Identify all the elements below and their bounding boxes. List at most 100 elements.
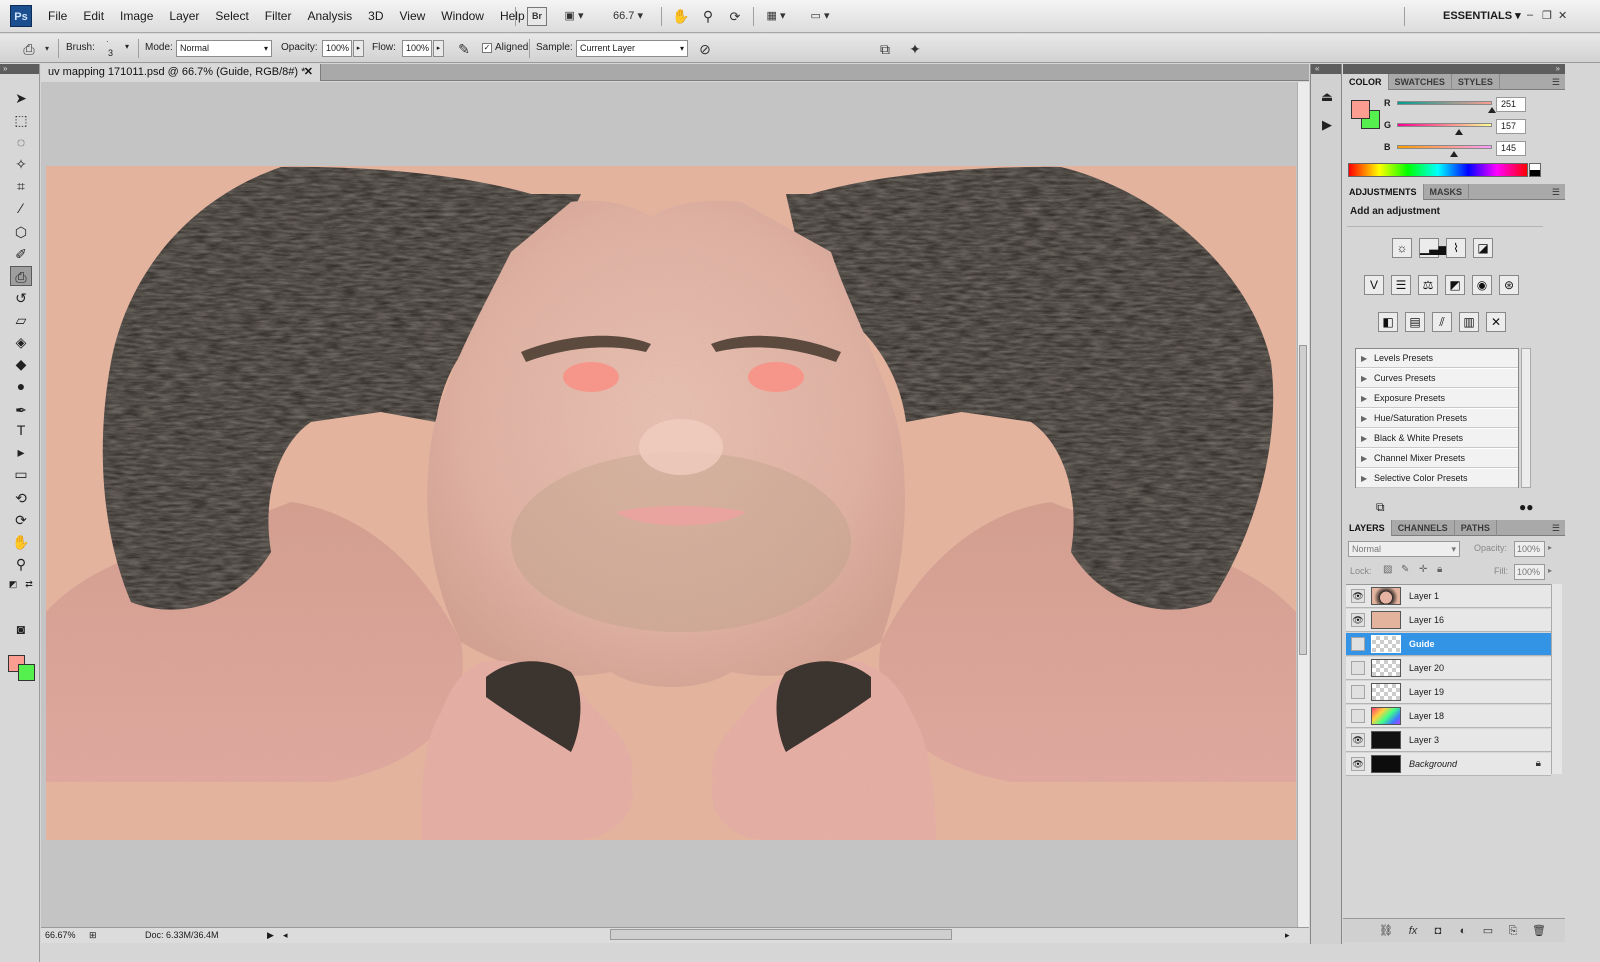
- tab-channels[interactable]: CHANNELS: [1392, 520, 1455, 536]
- preset-item[interactable]: ▶ Hue/Saturation Presets: [1356, 409, 1518, 428]
- magic-wand-tool-icon[interactable]: ✧: [10, 154, 32, 174]
- lock-all-icon[interactable]: 🔒︎: [1437, 564, 1442, 575]
- chevron-down-icon[interactable]: ▾: [38, 40, 56, 58]
- photo-filter-icon[interactable]: ◉: [1472, 275, 1492, 295]
- restore-icon[interactable]: ❐: [1542, 9, 1552, 22]
- quick-mask-icon[interactable]: ◙: [10, 619, 32, 639]
- default-colors-icon[interactable]: ◩: [6, 574, 20, 594]
- flow-slider-toggle[interactable]: ▸: [433, 40, 444, 57]
- lock-image-icon[interactable]: ✎: [1401, 564, 1409, 575]
- menu-select[interactable]: Select: [207, 0, 256, 33]
- lock-transparent-icon[interactable]: ▨: [1383, 564, 1392, 575]
- delete-layer-icon[interactable]: 🗑︎: [1531, 924, 1547, 938]
- invert-icon[interactable]: ◧: [1378, 312, 1398, 332]
- document-canvas[interactable]: [41, 82, 1297, 927]
- exposure-icon[interactable]: ◪: [1473, 238, 1493, 258]
- visibility-eye-icon[interactable]: 👁︎: [1351, 613, 1365, 627]
- blend-mode-select[interactable]: Normal ▾: [1348, 541, 1460, 557]
- brush-preview-dot[interactable]: ·: [106, 37, 109, 46]
- opacity-input[interactable]: 100%: [322, 40, 352, 57]
- layer-row[interactable]: 👁︎ Background 🔒︎: [1346, 753, 1551, 776]
- status-zoom[interactable]: 66.67%: [45, 928, 76, 943]
- horizontal-scrollbar-thumb[interactable]: [610, 929, 952, 940]
- tab-styles[interactable]: STYLES: [1452, 74, 1500, 90]
- type-tool-icon[interactable]: T: [10, 420, 32, 440]
- presets-scrollbar[interactable]: [1521, 348, 1531, 488]
- preset-item[interactable]: ▶ Levels Presets: [1356, 349, 1518, 368]
- sample-select[interactable]: Current Layer ▾: [576, 40, 688, 57]
- layer-row[interactable]: Layer 20: [1346, 657, 1551, 680]
- tab-layers[interactable]: LAYERS: [1343, 520, 1392, 536]
- crop-tool-icon[interactable]: ⌗: [10, 176, 32, 196]
- tab-paths[interactable]: PATHS: [1455, 520, 1497, 536]
- preset-item[interactable]: ▶ Selective Color Presets: [1356, 469, 1518, 488]
- brightness-contrast-icon[interactable]: ☼: [1392, 238, 1412, 258]
- preset-item[interactable]: ▶ Black & White Presets: [1356, 429, 1518, 448]
- aligned-checkbox[interactable]: ✓: [482, 43, 492, 53]
- dodge-tool-icon[interactable]: ●: [10, 376, 32, 396]
- tab-adjustments[interactable]: ADJUSTMENTS: [1343, 184, 1424, 200]
- eyedropper-tool-icon[interactable]: ⁄: [10, 198, 32, 218]
- menu-view[interactable]: View: [391, 0, 433, 33]
- close-icon[interactable]: ✕: [1558, 9, 1567, 22]
- layer-row[interactable]: 👁︎ Layer 1: [1346, 585, 1551, 608]
- zoom-tool-icon[interactable]: ⚲: [10, 554, 32, 574]
- levels-icon[interactable]: ▁▃▅: [1419, 238, 1448, 258]
- scroll-right-icon[interactable]: ▸: [1285, 928, 1290, 943]
- preset-item[interactable]: ▶ Curves Presets: [1356, 369, 1518, 388]
- lasso-tool-icon[interactable]: ◌: [10, 132, 32, 152]
- ignore-adjustment-layers-icon[interactable]: ⊘: [696, 40, 714, 58]
- layer-row[interactable]: 👁︎ Layer 16: [1346, 609, 1551, 632]
- foreground-color-swatch[interactable]: [1351, 100, 1370, 119]
- hand-tool-icon[interactable]: ✋: [672, 7, 690, 26]
- g-slider[interactable]: [1397, 123, 1492, 127]
- panel-menu-icon[interactable]: ☰: [1552, 74, 1560, 90]
- visibility-eye-icon[interactable]: 👁︎: [1351, 589, 1365, 603]
- eraser-tool-icon[interactable]: ▱: [10, 310, 32, 330]
- flow-input[interactable]: 100%: [402, 40, 432, 57]
- clone-stamp-tool-icon[interactable]: ⎙: [10, 266, 32, 286]
- menu-analysis[interactable]: Analysis: [299, 0, 360, 33]
- toolbox-header-chevrons[interactable]: »: [0, 64, 39, 74]
- pen-tool-icon[interactable]: ✒: [10, 400, 32, 420]
- healing-brush-tool-icon[interactable]: ⬡: [10, 222, 32, 242]
- color-balance-icon[interactable]: ⚖: [1418, 275, 1438, 295]
- zoom-tool-icon[interactable]: ⚲: [699, 7, 717, 26]
- channel-mixer-icon[interactable]: ⊛: [1499, 275, 1519, 295]
- menu-window[interactable]: Window: [433, 0, 492, 33]
- actions-panel-icon[interactable]: ▶: [1318, 116, 1336, 134]
- pressure-size-icon[interactable]: ✦: [906, 40, 924, 58]
- new-group-icon[interactable]: ▭: [1480, 924, 1496, 938]
- move-tool-icon[interactable]: ➤: [10, 88, 32, 108]
- curves-icon[interactable]: ⌇: [1446, 238, 1466, 258]
- r-slider[interactable]: [1397, 101, 1492, 105]
- scroll-left-icon[interactable]: ◂: [283, 928, 288, 943]
- minimize-icon[interactable]: –: [1527, 9, 1533, 21]
- threshold-icon[interactable]: ⫽: [1432, 312, 1452, 332]
- adjustment-layer-clip-icon[interactable]: ⧉: [1376, 500, 1385, 515]
- fill-input[interactable]: 100%: [1514, 564, 1545, 580]
- blur-tool-icon[interactable]: ◆: [10, 354, 32, 374]
- visibility-toggle[interactable]: [1351, 661, 1365, 675]
- status-menu-arrow-icon[interactable]: ▶: [267, 928, 274, 943]
- screen-layout-icon[interactable]: ▣ ▾: [561, 7, 587, 26]
- close-icon[interactable]: ✕: [304, 64, 313, 81]
- r-input[interactable]: 251: [1496, 97, 1526, 112]
- brush-size[interactable]: 3: [108, 48, 113, 58]
- layer-row[interactable]: Guide: [1346, 633, 1551, 656]
- adjustment-options-icon[interactable]: ●●: [1519, 500, 1534, 514]
- marquee-tool-icon[interactable]: ⬚: [10, 110, 32, 130]
- background-color-swatch[interactable]: [18, 664, 35, 681]
- menu-edit[interactable]: Edit: [75, 0, 112, 33]
- rectangle-tool-icon[interactable]: ▭: [10, 464, 32, 484]
- b-slider[interactable]: [1397, 145, 1492, 149]
- g-input[interactable]: 157: [1496, 119, 1526, 134]
- visibility-toggle[interactable]: [1351, 685, 1365, 699]
- posterize-icon[interactable]: ▤: [1405, 312, 1425, 332]
- brush-tool-icon[interactable]: ✐: [10, 244, 32, 264]
- paint-bucket-tool-icon[interactable]: ◈: [10, 332, 32, 352]
- screen-mode-icon[interactable]: ▭ ▾: [805, 7, 835, 26]
- r-slider-knob[interactable]: [1488, 107, 1496, 113]
- bridge-button[interactable]: Br: [527, 7, 547, 26]
- adjustment-layer-icon[interactable]: ◐: [1455, 924, 1471, 938]
